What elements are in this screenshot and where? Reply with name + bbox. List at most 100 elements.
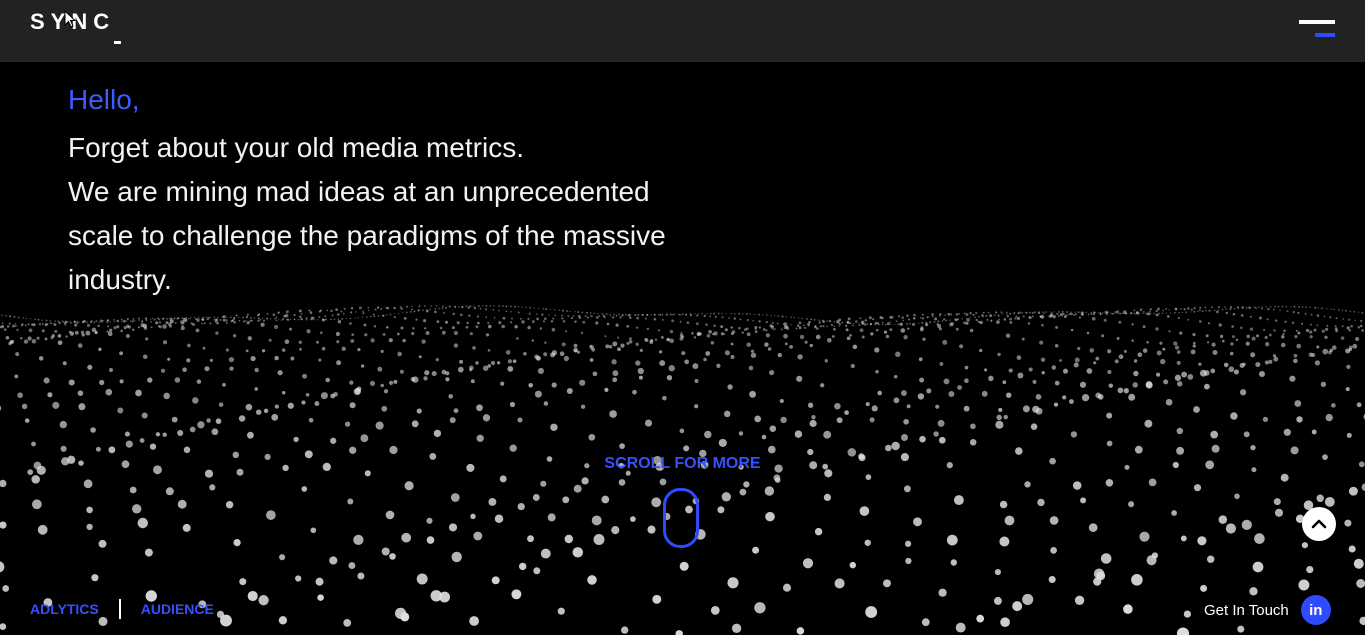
particle-dot [634, 314, 637, 317]
particle-dot [459, 359, 464, 364]
back-to-top-button[interactable] [1302, 507, 1336, 541]
nav-link-audience[interactable]: AUDIENCE [141, 601, 214, 617]
particle-dot [499, 475, 507, 483]
contact-area: Get In Touch in [1204, 595, 1331, 625]
particle-dot [1231, 325, 1234, 328]
particle-dot [1301, 542, 1309, 549]
particle-dot [527, 325, 531, 330]
particle-dot [1353, 558, 1364, 569]
particle-dot [277, 318, 280, 320]
particle-dot [275, 316, 278, 319]
particle-dot [377, 366, 383, 372]
hero-section: Hello, Forget about your old media metri… [68, 80, 708, 302]
particle-dot [422, 309, 424, 312]
particle-dot [509, 401, 516, 408]
particle-dot [1258, 370, 1266, 378]
particle-dot [9, 315, 12, 318]
particle-dot [313, 318, 316, 321]
particle-dot [695, 322, 699, 326]
particle-dot [196, 318, 200, 322]
particle-dot [340, 310, 343, 313]
particle-dot [1261, 306, 1263, 308]
particle-dot [1204, 306, 1207, 309]
particle-dot [846, 320, 850, 324]
particle-dot [1333, 308, 1335, 311]
particle-dot [661, 313, 664, 316]
particle-dot [141, 412, 148, 419]
particle-dot [1168, 330, 1171, 333]
particle-dot [144, 548, 153, 557]
particle-dot [1028, 316, 1031, 319]
particle-dot [1245, 341, 1250, 346]
particle-dot [644, 317, 647, 320]
particle-dot [730, 312, 732, 315]
particle-dot [1345, 387, 1350, 392]
particle-dot [860, 320, 865, 325]
particle-dot [337, 313, 340, 316]
particle-dot [1322, 348, 1329, 355]
particle-dot [1073, 314, 1075, 316]
particle-dot [806, 318, 808, 320]
particle-dot [1093, 577, 1102, 586]
particle-dot [0, 623, 7, 630]
particle-dot [937, 419, 945, 427]
particle-dot [933, 431, 939, 437]
particle-dot [972, 313, 975, 316]
particle-dot [890, 323, 892, 325]
particle-dot [724, 350, 730, 356]
particle-dot [206, 418, 211, 423]
particle-dot [182, 367, 187, 372]
linkedin-icon[interactable]: in [1300, 595, 1331, 625]
particle-dot [381, 547, 390, 556]
particle-dot [1355, 337, 1360, 341]
particle-dot [1295, 329, 1298, 332]
particle-dot [1261, 307, 1263, 310]
particle-dot [716, 363, 721, 368]
particle-dot [519, 317, 522, 320]
particle-dot [29, 318, 31, 320]
nav-link-adlytics[interactable]: ADLYTICS [30, 601, 99, 617]
scroll-for-more-label[interactable]: SCROLL FOR MORE [560, 455, 805, 473]
particle-dot [1051, 365, 1057, 370]
particle-dot [811, 415, 816, 420]
particle-dot [517, 502, 525, 511]
particle-dot [1298, 579, 1310, 591]
particle-dot [396, 332, 400, 336]
particle-dot [516, 337, 519, 340]
mouse-scroll-icon[interactable] [663, 488, 699, 548]
hamburger-menu-icon[interactable] [1297, 18, 1337, 42]
particle-dot [765, 329, 768, 332]
particle-dot [1005, 333, 1011, 338]
particle-dot [1074, 313, 1078, 316]
particle-dot [424, 327, 427, 330]
particle-dot [1349, 310, 1352, 313]
get-in-touch-link[interactable]: Get In Touch [1204, 602, 1289, 619]
particle-dot [320, 392, 328, 400]
particle-dot [849, 561, 857, 569]
particle-dot [1052, 314, 1056, 319]
particle-dot [1294, 400, 1302, 407]
particle-dot [833, 328, 836, 331]
particle-dot [1104, 310, 1108, 314]
particle-dot [932, 315, 934, 318]
particle-dot [1279, 309, 1281, 312]
particle-dot [963, 405, 970, 412]
particle-dot [214, 318, 219, 322]
particle-dot [238, 319, 241, 322]
particle-dot [1173, 341, 1178, 346]
particle-dot [444, 320, 449, 324]
particle-dot [938, 436, 946, 444]
particle-dot [257, 319, 260, 322]
particle-dot [810, 318, 813, 321]
particle-dot [1165, 312, 1167, 314]
particle-dot [906, 327, 910, 330]
particle-dot [684, 359, 690, 365]
particle-dot [425, 309, 429, 313]
particle-dot [76, 321, 79, 324]
particle-dot [1282, 332, 1285, 336]
particle-dot [31, 441, 36, 447]
particle-dot [32, 499, 42, 510]
particle-dot [335, 331, 340, 337]
particle-dot [720, 332, 724, 336]
particle-dot [201, 318, 205, 321]
